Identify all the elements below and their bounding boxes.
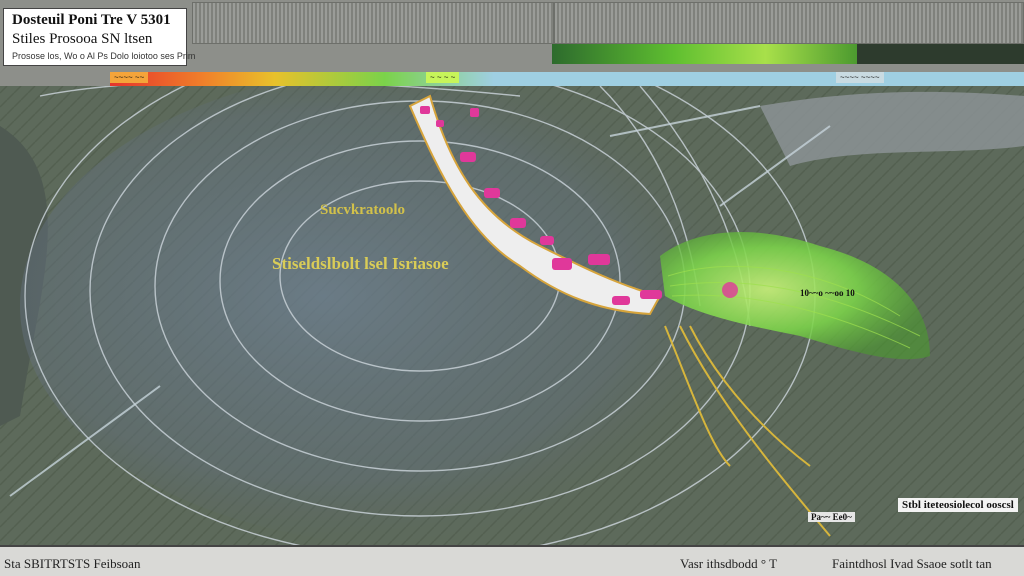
map-label-upper: Sucvkratoolo xyxy=(320,202,406,218)
map-canvas[interactable]: Sucvkratoolo Stiseldslbolt lsel Isriasoe… xyxy=(0,86,1024,545)
status-text-left: Sta SBITRTSTS Feibsoan xyxy=(4,556,141,571)
status-text-mid: Vasr ithsdbodd ° T xyxy=(680,556,778,571)
color-scale-bar xyxy=(110,72,1024,86)
map-label-green-region: 10~~o ~~oo 10 xyxy=(800,288,855,298)
title-line-2: Stiles Prosooa SN ltsen xyxy=(12,31,153,47)
title-panel: Dosteuil Poni Tre V 5301 Stiles Prosooa … xyxy=(3,8,196,66)
status-text-right: Faintdhosl Ivad Ssaoe sotlt tan xyxy=(832,556,992,571)
scale-label-right: ~~~~ ~~~~ xyxy=(836,72,884,83)
scale-label-left: ~~~~ ~~ xyxy=(110,72,149,83)
map-label-lower: Stiseldslbolt lsel Isriasoe xyxy=(272,254,449,273)
title-line-1: Dosteuil Poni Tre V 5301 xyxy=(12,12,171,28)
status-bar: Sta SBITRTSTS Feibsoan Vasr ithsdbodd ° … xyxy=(0,545,1024,576)
scale-left-pad xyxy=(0,72,110,86)
scale-label-mid: ~ ~ ~ ~ xyxy=(426,72,460,83)
title-line-3: Prosose los, Wo o Al Ps Dolo loiotoo ses… xyxy=(12,51,196,61)
scan-strip-right xyxy=(554,2,1024,44)
top-toolbar: Dosteuil Poni Tre V 5301 Stiles Prosooa … xyxy=(0,0,1024,72)
map-label-bottom: Pa~~ Ee0~ xyxy=(808,512,855,522)
dark-indicator-strip xyxy=(857,44,1024,64)
plume-center-marker xyxy=(722,282,738,298)
scan-strip-left xyxy=(192,2,554,44)
green-indicator-strip xyxy=(552,44,857,64)
map-label-right: Stbl iteteosiolecol ooscsl xyxy=(898,498,1018,512)
haze-overlay xyxy=(20,86,820,545)
map-svg[interactable] xyxy=(0,86,1024,545)
